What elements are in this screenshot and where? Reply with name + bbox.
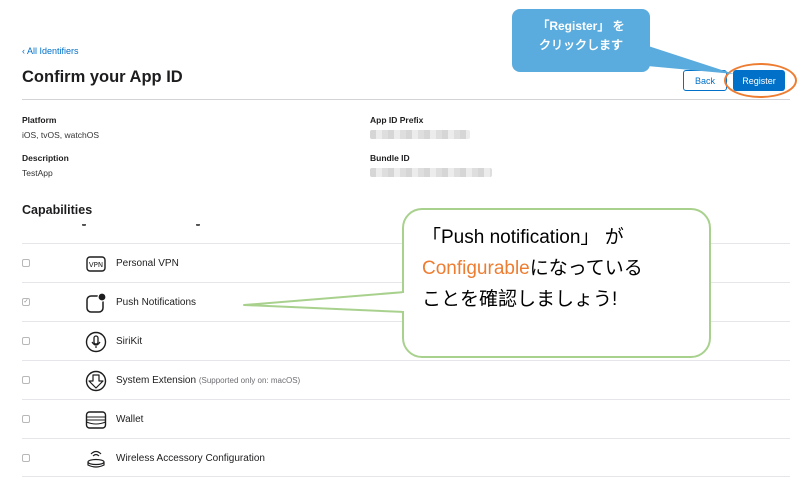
capability-checkbox-checked[interactable]: ✓ [22,298,30,306]
all-identifiers-link[interactable]: ‹ All Identifiers [22,46,79,56]
capability-label: SiriKit [116,336,143,347]
capability-label: Personal VPN [116,258,179,269]
back-button[interactable]: Back [683,70,727,91]
system-extension-icon [84,369,108,393]
page-title: Confirm your App ID [22,68,183,86]
app-id-prefix-redacted [370,130,470,139]
bundle-id-label: Bundle ID [370,153,410,163]
register-callout-line1: 「Register」 を [537,19,625,33]
capability-checkbox[interactable] [22,415,30,423]
capability-note: (Supported only on: macOS) [198,376,301,385]
register-callout: 「Register」 を クリックします [512,9,650,72]
wallet-icon [84,408,108,432]
register-callout-line2: クリックします [538,38,623,52]
header-divider [22,99,790,100]
capability-row-wallet: Wallet [22,399,790,438]
push-callout: 「Push notification」 が Configurableになっている… [402,208,711,358]
capability-checkbox[interactable] [22,259,30,267]
description-label: Description [22,153,69,163]
capability-label: System Extension (Supported only on: mac… [116,375,301,386]
wireless-accessory-icon [84,447,108,471]
capability-label: Push Notifications [116,297,197,308]
platform-label: Platform [22,115,57,125]
push-callout-line1: 「Push notification」 が [422,227,624,248]
capabilities-title: Capabilities [22,203,93,217]
configurable-highlight: Configurable [422,258,530,279]
capability-row-wireless-accessory: Wireless Accessory Configuration [22,438,790,477]
description-value: TestApp [22,168,53,178]
bundle-id-redacted [370,168,492,177]
capability-label: Wallet [116,414,144,425]
capability-checkbox[interactable] [22,337,30,345]
register-button[interactable]: Register [733,70,785,91]
svg-text:VPN: VPN [89,261,103,269]
capability-checkbox[interactable] [22,376,30,384]
app-id-prefix-label: App ID Prefix [370,115,424,125]
siri-icon [84,330,108,354]
push-notification-icon [84,291,108,315]
platform-value: iOS, tvOS, watchOS [22,130,99,140]
capability-checkbox[interactable] [22,454,30,462]
vpn-icon: VPN [84,252,108,276]
push-callout-line3: ことを確認しましょう! [422,289,618,310]
capability-row-system-extension: System Extension (Supported only on: mac… [22,360,790,399]
push-callout-line2: Configurableになっている [422,258,643,279]
capability-label: Wireless Accessory Configuration [116,453,265,464]
